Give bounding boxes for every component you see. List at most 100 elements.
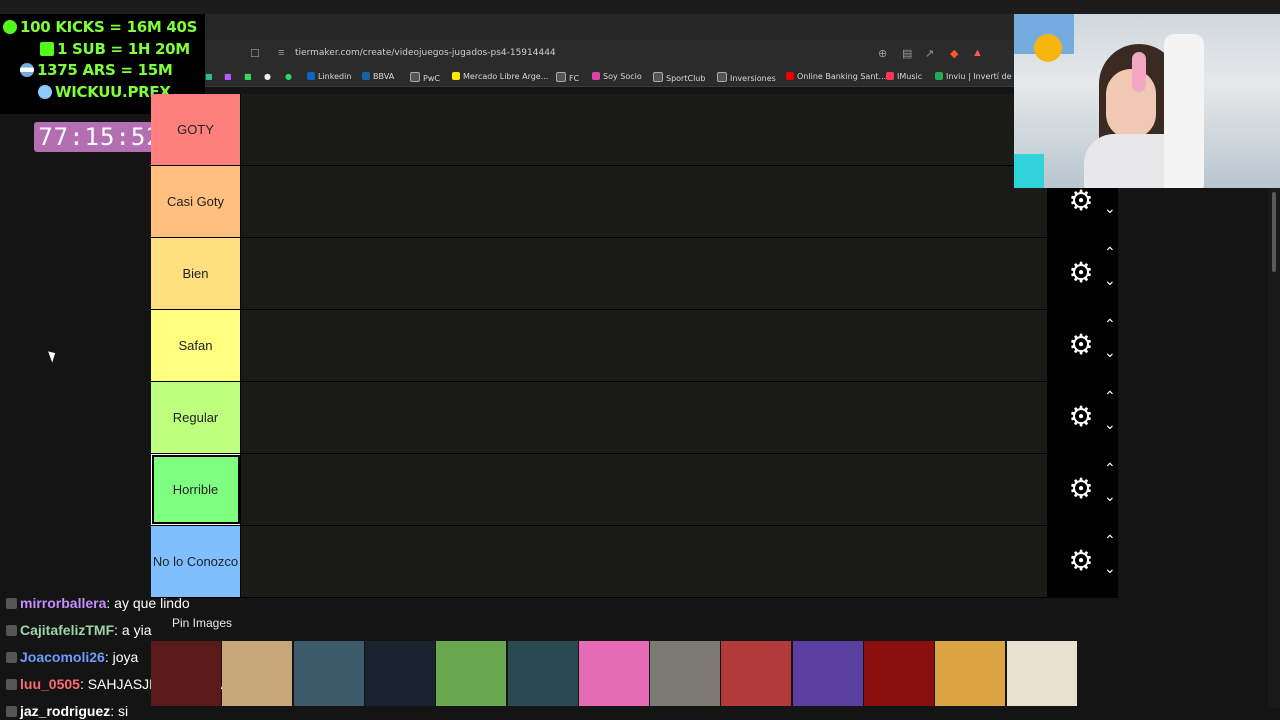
assassins-creed-odyssey-cover[interactable] (1006, 641, 1077, 706)
tier-drop-zone[interactable] (241, 94, 1047, 165)
gear-icon[interactable]: ⚙ (1067, 331, 1095, 359)
url-text[interactable]: tiermaker.com/create/videojuegos-jugados… (295, 48, 556, 58)
chat-message: Joacomoli26: joya (6, 649, 138, 665)
back-4-blood-cover[interactable] (864, 641, 934, 706)
bookmark-whatsapp-icon[interactable]: ● (285, 72, 292, 81)
chevron-down-icon[interactable]: ⌄ (1104, 200, 1116, 217)
tier-row: Bien ⚙ ⌃ ⌄ (151, 238, 1118, 310)
gaming-chair (1164, 34, 1204, 188)
gear-icon[interactable]: ⚙ (1067, 187, 1095, 215)
tier-row: Horrible ⚙ ⌃ ⌄ (151, 454, 1118, 526)
bookmark-purple-icon[interactable]: ■ (224, 72, 232, 81)
chat-username[interactable]: Joacomoli26 (20, 649, 105, 665)
chat-badge-icon (6, 652, 17, 663)
mouse-cursor (48, 349, 58, 363)
chat-username[interactable]: mirrorballera (20, 595, 106, 611)
brave-shield-icon[interactable]: ◆ (950, 47, 958, 60)
bookmark-sportclub[interactable]: SportClub (653, 72, 705, 83)
chat-badge-icon (6, 625, 17, 636)
tier-drop-zone[interactable] (241, 166, 1047, 237)
bookmark-google-icon[interactable]: ● (264, 72, 271, 81)
stream-timer: 77:15:52 (34, 122, 166, 152)
chevron-down-icon[interactable]: ⌄ (1104, 416, 1116, 433)
minecraft-cover[interactable] (436, 641, 507, 706)
tier-label[interactable]: Safan (151, 310, 241, 381)
gear-icon[interactable]: ⚙ (1067, 475, 1095, 503)
bookmark-inviu[interactable]: Inviu | Invertí de m (935, 72, 1022, 81)
chevron-down-icon[interactable]: ⌄ (1104, 488, 1116, 505)
tier-label[interactable]: Regular (151, 382, 241, 453)
chevron-up-icon[interactable]: ⌃ (1104, 244, 1116, 261)
tier-label[interactable]: Horrible (151, 454, 241, 525)
reader-icon[interactable]: ▤ (902, 47, 912, 60)
bookmark-kick-icon[interactable]: ■ (244, 72, 252, 81)
tier-label[interactable]: GOTY (151, 94, 241, 165)
bookmark-icon[interactable]: ☐ (250, 47, 260, 60)
tier-controls: ⚙ ⌃ ⌄ (1047, 454, 1118, 525)
bookmark-bbva[interactable]: BBVA (362, 72, 394, 81)
tier-row: Casi Goty⚙⌃⌄ (151, 166, 1118, 238)
dark-game-cover[interactable] (151, 641, 221, 706)
argentina-flag-icon (20, 63, 34, 77)
kicks-goal: 100 KICKS = 16M 40S (3, 18, 197, 36)
bookmark-fc[interactable]: FC (556, 72, 579, 83)
bioshock-2-cover[interactable] (507, 641, 578, 706)
bioshock-infinite-cover[interactable] (222, 641, 293, 706)
chevron-down-icon[interactable]: ⌄ (1104, 272, 1116, 289)
chat-username[interactable]: CajitafelizTMF (20, 622, 114, 638)
bookmark-soysocio[interactable]: Soy Socio (592, 72, 642, 81)
bookmark-linkedin[interactable]: Linkedin (307, 72, 351, 81)
the-crew-2-cover[interactable] (721, 641, 792, 706)
bookmark-green-icon[interactable]: ■ (205, 72, 213, 81)
tier-controls: ⚙ ⌃ ⌄ (1047, 382, 1118, 453)
bookmark-inversiones[interactable]: Inversiones (717, 72, 776, 83)
chat-username[interactable]: luu_0505 (20, 676, 80, 692)
gift-icon (40, 42, 54, 56)
tier-drop-zone[interactable] (241, 454, 1047, 525)
tier-drop-zone[interactable] (241, 310, 1047, 381)
tier-label[interactable]: Bien (151, 238, 241, 309)
pin-images-label[interactable]: Pin Images (172, 616, 232, 630)
tier-label[interactable]: Casi Goty (151, 166, 241, 237)
site-info-icon[interactable]: ≡ (278, 47, 284, 59)
sun-of-may-icon (1034, 34, 1062, 62)
scrollbar-thumb[interactable] (1272, 192, 1276, 272)
chat-message: mirrorballera: ay que lindo (6, 595, 190, 611)
metro-last-light-cover[interactable] (650, 641, 721, 706)
tier-drop-zone[interactable] (241, 238, 1047, 309)
bookmark-pwc[interactable]: PwC (410, 72, 440, 83)
chevron-up-icon[interactable]: ⌃ (1104, 460, 1116, 477)
light-panel (1014, 154, 1044, 188)
chevron-down-icon[interactable]: ⌄ (1104, 560, 1116, 577)
sub-goal: 1 SUB = 1H 20M (40, 40, 190, 58)
tier-drop-zone[interactable] (241, 382, 1047, 453)
zoom-icon[interactable]: ⊕ (878, 47, 887, 60)
page-scrollbar[interactable] (1268, 188, 1280, 708)
injustice-2-cover[interactable] (364, 641, 435, 706)
bookmark-imusic[interactable]: IMusic (886, 72, 922, 81)
naruto-storm-cover[interactable] (935, 641, 1006, 706)
gear-icon[interactable]: ⚙ (1067, 403, 1095, 431)
chat-username[interactable]: jaz_rodriguez (20, 703, 110, 719)
tier-drop-zone[interactable] (241, 526, 1047, 597)
rewards-icon[interactable]: ▲ (972, 47, 983, 59)
bioshock-remastered-cover[interactable] (293, 641, 364, 706)
chat-message: jaz_rodriguez: si (6, 703, 128, 719)
tab-strip (205, 14, 1014, 40)
fortnite-cover[interactable] (792, 641, 863, 706)
chevron-down-icon[interactable]: ⌄ (1104, 344, 1116, 361)
fall-guys-cover[interactable] (578, 641, 649, 706)
tier-row: No lo Conozco ⚙ ⌃ ⌄ (151, 526, 1118, 598)
chat-badge-icon (6, 706, 17, 717)
bookmark-santander[interactable]: Online Banking Sant... (786, 72, 886, 81)
tier-controls: ⚙ ⌃ ⌄ (1047, 526, 1118, 597)
chevron-up-icon[interactable]: ⌃ (1104, 316, 1116, 333)
bookmark-mercadolibre[interactable]: Mercado Libre Arge... (452, 72, 548, 81)
gear-icon[interactable]: ⚙ (1067, 547, 1095, 575)
gear-icon[interactable]: ⚙ (1067, 259, 1095, 287)
chat-text: : ay que lindo (106, 595, 190, 611)
chevron-up-icon[interactable]: ⌃ (1104, 532, 1116, 549)
share-icon[interactable]: ↗ (925, 47, 934, 60)
chevron-up-icon[interactable]: ⌃ (1104, 388, 1116, 405)
tier-label[interactable]: No lo Conozco (151, 526, 241, 597)
